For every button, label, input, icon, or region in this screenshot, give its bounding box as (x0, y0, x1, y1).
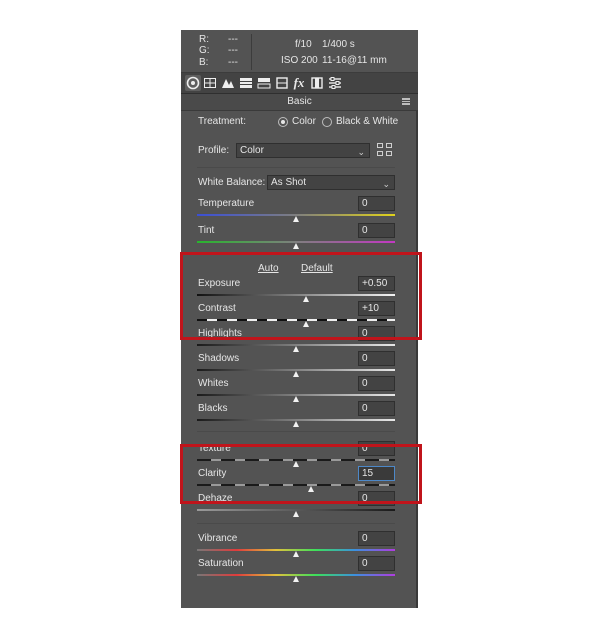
treatment-color-radio[interactable] (278, 117, 288, 127)
r-label: R: (199, 34, 209, 45)
split-toning-icon[interactable] (256, 75, 272, 91)
tint-label: Tint (198, 225, 215, 236)
blacks-slider-thumb[interactable] (293, 421, 299, 427)
lens-readout: 11-16@11 mm (322, 55, 387, 66)
whites-value-field[interactable]: 0 (358, 376, 395, 391)
saturation-value-field[interactable]: 0 (358, 556, 395, 571)
chevron-down-icon: ⌄ (382, 179, 390, 189)
blacks-label: Blacks (198, 403, 228, 414)
aperture-icon[interactable] (185, 75, 201, 91)
section-title: Basic (181, 94, 418, 111)
lens-icon[interactable] (274, 75, 290, 91)
info-divider (251, 34, 252, 70)
temperature-value-field[interactable]: 0 (358, 196, 395, 211)
profile-select[interactable]: Color ⌄ (236, 143, 370, 158)
presets-icon[interactable] (327, 75, 343, 91)
tint-value-field[interactable]: 0 (358, 223, 395, 238)
temperature-label: Temperature (198, 198, 255, 209)
temperature-slider-thumb[interactable] (293, 216, 299, 222)
g-label: G: (199, 45, 210, 56)
treatment-bw-radio[interactable] (322, 117, 332, 127)
panel-menu-icon[interactable] (402, 98, 410, 105)
detail-icon[interactable] (220, 75, 236, 91)
chevron-down-icon: ⌄ (357, 147, 365, 157)
shadows-label: Shadows (198, 353, 240, 364)
aperture-readout: f/10 (295, 39, 312, 50)
divider (197, 523, 395, 524)
divider (197, 167, 395, 168)
white-balance-select-value: As Shot (271, 177, 307, 188)
panel-toolbar: fx (181, 73, 418, 94)
iso-readout: ISO 200 (281, 55, 318, 66)
treatment-color-label: Color (292, 116, 316, 127)
white-balance-select[interactable]: As Shot ⌄ (267, 175, 395, 190)
treatment-bw-label: Black & White (336, 116, 399, 127)
hsl-icon[interactable] (238, 75, 254, 91)
info-area: R: --- G: --- B: --- f/10 1/400 s ISO 20… (181, 30, 418, 73)
shadows-value-field[interactable]: 0 (358, 351, 395, 366)
calibration-icon[interactable] (309, 75, 325, 91)
profile-select-value: Color (240, 145, 264, 156)
dehaze-slider-thumb[interactable] (293, 511, 299, 517)
shadows-slider-thumb[interactable] (293, 371, 299, 377)
r-value: --- (228, 34, 238, 45)
profile-label: Profile: (198, 145, 230, 156)
divider (197, 431, 395, 432)
tint-slider-thumb[interactable] (293, 243, 299, 249)
exposure-contrast-highlight (180, 252, 422, 340)
vibrance-slider-thumb[interactable] (293, 551, 299, 557)
whites-label: Whites (198, 378, 229, 389)
treatment-label: Treatment: (198, 116, 246, 127)
white-balance-label: White Balance: (198, 177, 266, 188)
vibrance-value-field[interactable]: 0 (358, 531, 395, 546)
profile-browser-icon[interactable] (377, 143, 393, 157)
effects-icon[interactable]: fx (291, 75, 307, 91)
clarity-highlight (180, 444, 422, 504)
section-title-label: Basic (287, 96, 312, 107)
saturation-slider-thumb[interactable] (293, 576, 299, 582)
b-value: --- (228, 57, 238, 68)
highlights-slider-thumb[interactable] (293, 346, 299, 352)
tone-curve-icon[interactable] (202, 75, 218, 91)
blacks-value-field[interactable]: 0 (358, 401, 395, 416)
whites-slider-thumb[interactable] (293, 396, 299, 402)
g-value: --- (228, 45, 238, 56)
b-label: B: (199, 57, 209, 68)
saturation-label: Saturation (198, 558, 244, 569)
vibrance-label: Vibrance (198, 533, 238, 544)
shutter-readout: 1/400 s (322, 39, 355, 50)
